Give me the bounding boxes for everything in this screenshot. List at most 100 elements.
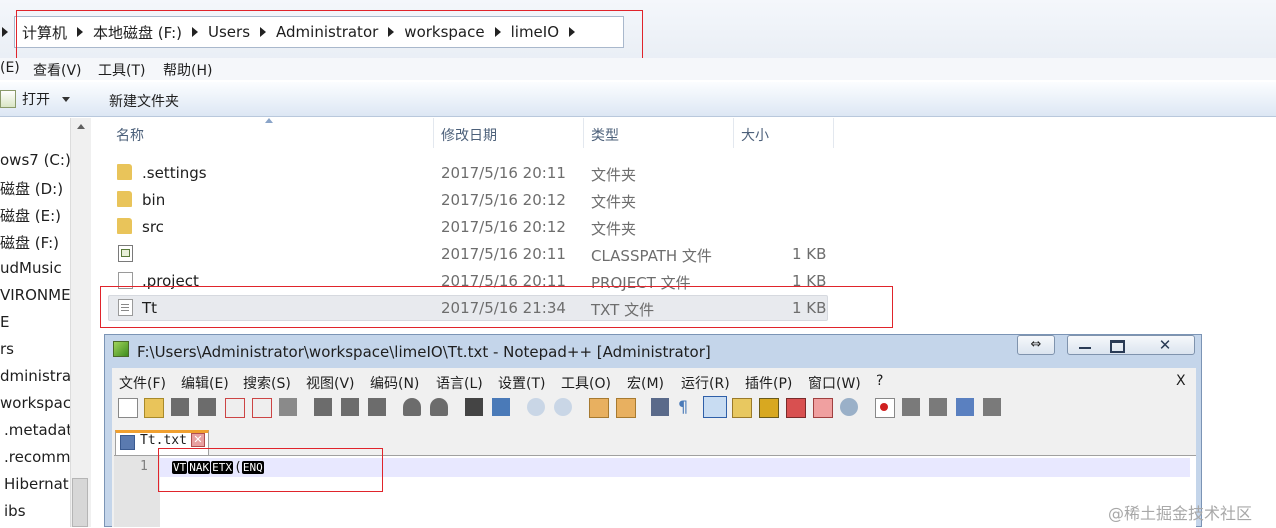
sync-horizontal-icon[interactable] [616, 398, 636, 418]
npp-menu-file[interactable]: 文件(F) [119, 373, 166, 393]
watermark: @稀土掘金技术社区 [1108, 504, 1253, 523]
function-list-icon[interactable] [786, 398, 806, 418]
open-icon [0, 90, 16, 108]
close-file-icon[interactable] [225, 398, 245, 418]
nav-item-metadata[interactable]: .metadat [4, 421, 72, 439]
folder-workspace-icon[interactable] [813, 398, 833, 418]
npp-menu-window[interactable]: 窗口(W) [808, 373, 861, 393]
tab-label: Tt.txt [140, 433, 187, 448]
scroll-up-arrow-icon[interactable] [77, 124, 85, 129]
zoom-in-icon[interactable] [527, 398, 545, 416]
command-bar [0, 82, 1276, 117]
open-file-icon[interactable] [144, 398, 164, 418]
redo-icon[interactable] [430, 398, 448, 416]
nav-item-recommenders[interactable]: .recomm [4, 448, 70, 466]
npp-menu-edit[interactable]: 编辑(E) [181, 373, 229, 393]
breadcrumb-separator-icon[interactable] [2, 27, 8, 37]
chevron-down-icon [62, 96, 70, 102]
npp-menu-encoding[interactable]: 编码(N) [370, 373, 419, 393]
close-document-button[interactable]: X [1176, 373, 1186, 389]
notepad-app-icon [113, 341, 129, 357]
menu-help[interactable]: 帮助(H) [163, 60, 212, 80]
nav-item-f[interactable]: 磁盘 (F:) [0, 232, 59, 253]
save-macro-icon[interactable] [983, 398, 1001, 416]
nav-item-administrator[interactable]: dministrat [0, 367, 72, 385]
indent-guide-icon[interactable] [703, 396, 727, 418]
minimize-icon [1079, 347, 1091, 349]
file-date: 2017/5/16 20:11 [441, 245, 566, 263]
column-divider[interactable] [733, 118, 734, 148]
column-header-date[interactable]: 修改日期 [441, 125, 497, 145]
column-divider[interactable] [433, 118, 434, 148]
new-file-icon[interactable] [118, 398, 138, 418]
menu-tools[interactable]: 工具(T) [98, 60, 145, 80]
show-all-characters-icon[interactable]: ¶ [678, 398, 696, 416]
run-macro-multiple-icon[interactable] [956, 398, 974, 416]
nav-item-c[interactable]: ows7 (C:) [0, 151, 71, 169]
find-icon[interactable] [465, 398, 483, 416]
npp-menu-tools[interactable]: 工具(O) [561, 373, 611, 393]
npp-menu-language[interactable]: 语言(L) [436, 373, 483, 393]
tab-close-icon[interactable]: ✕ [191, 433, 205, 447]
file-type: 文件夹 [591, 166, 637, 184]
classpath-file-icon [118, 245, 133, 262]
nav-item-e[interactable]: 磁盘 (E:) [0, 205, 61, 226]
word-wrap-icon[interactable] [651, 398, 669, 416]
npp-menu-settings[interactable]: 设置(T) [498, 373, 545, 393]
nav-item-workspace[interactable]: workspace [0, 394, 72, 412]
resize-arrows-icon: ⇔ [1030, 337, 1042, 352]
minimize-button[interactable] [1070, 335, 1100, 355]
save-icon[interactable] [171, 398, 189, 416]
user-language-icon[interactable] [732, 398, 752, 418]
zoom-out-icon[interactable] [554, 398, 572, 416]
file-name: bin [142, 191, 166, 209]
paste-icon[interactable] [368, 398, 386, 416]
notepad-title: F:\Users\Administrator\workspace\limeIO\… [137, 343, 711, 361]
column-divider[interactable] [583, 118, 584, 148]
play-macro-icon[interactable] [929, 398, 947, 416]
npp-menu-plugins[interactable]: 插件(P) [745, 373, 792, 393]
nav-scrollbar[interactable] [70, 118, 91, 527]
nav-item-users[interactable]: rs [0, 340, 14, 358]
cut-icon[interactable] [314, 398, 332, 416]
open-button[interactable]: 打开 [0, 88, 70, 110]
column-header-size[interactable]: 大小 [741, 125, 769, 145]
maximize-button[interactable] [1102, 335, 1132, 355]
monitoring-icon[interactable] [840, 398, 858, 416]
folder-icon [117, 164, 132, 180]
nav-item-environment[interactable]: VIRONMEN [0, 286, 72, 304]
undo-icon[interactable] [403, 398, 421, 416]
menu-edit[interactable]: (E) [0, 60, 20, 76]
file-type: 文件夹 [591, 193, 637, 211]
nav-item-e2[interactable]: E [0, 313, 9, 331]
column-header-name[interactable]: 名称 [116, 125, 144, 145]
npp-menu-macro[interactable]: 宏(M) [627, 373, 664, 393]
menu-view[interactable]: 查看(V) [33, 60, 82, 80]
npp-menu-view[interactable]: 视图(V) [306, 373, 355, 393]
close-button[interactable]: ✕ [1140, 335, 1190, 355]
npp-menu-help[interactable]: ? [876, 373, 883, 389]
nav-scrollbar-thumb[interactable] [72, 478, 88, 527]
record-macro-button[interactable] [875, 398, 895, 418]
copy-icon[interactable] [341, 398, 359, 416]
sync-vertical-icon[interactable] [589, 398, 609, 418]
save-all-icon[interactable] [198, 398, 216, 416]
nav-item-libs[interactable]: ibs [4, 502, 26, 520]
file-name: .settings [142, 164, 207, 182]
column-divider[interactable] [833, 118, 834, 148]
document-map-icon[interactable] [759, 398, 779, 418]
npp-menu-search[interactable]: 搜索(S) [243, 373, 291, 393]
restore-button[interactable]: ⇔ [1017, 335, 1055, 355]
nav-item-d[interactable]: 磁盘 (D:) [0, 178, 63, 199]
new-folder-button[interactable]: 新建文件夹 [109, 91, 179, 111]
nav-item-hibernate[interactable]: Hibernat [4, 475, 69, 493]
file-size: 1 KB [792, 245, 827, 263]
column-header-type[interactable]: 类型 [591, 125, 619, 145]
stop-macro-icon[interactable] [902, 398, 920, 416]
close-all-icon[interactable] [252, 398, 272, 418]
print-icon[interactable] [279, 398, 297, 416]
replace-icon[interactable] [492, 398, 510, 416]
npp-menu-run[interactable]: 运行(R) [681, 373, 730, 393]
nav-item-cloudmusic[interactable]: udMusic [0, 259, 62, 277]
line-number: 1 [140, 459, 148, 474]
